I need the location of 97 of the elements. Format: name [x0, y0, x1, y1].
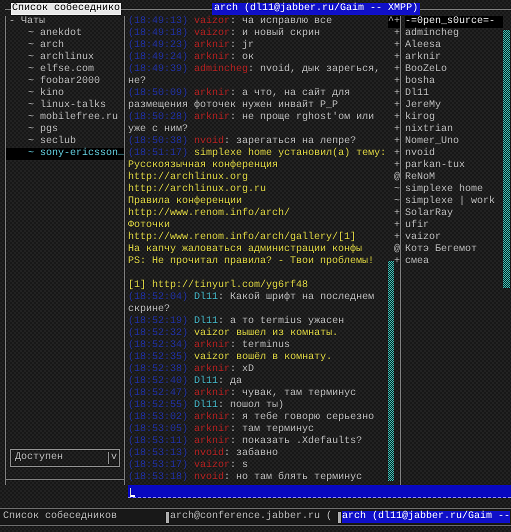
chat-message: (18:52:34) arknir: terminus [128, 340, 292, 352]
participant-item[interactable]: BooZeLo [405, 64, 503, 76]
participant-item[interactable]: simplexe home [405, 184, 503, 196]
participant-item[interactable]: смеа [405, 256, 503, 268]
topic-line: http://www.renom.info/arch/gallery/[1] [128, 232, 358, 244]
contact-item[interactable]: ~ foobar2000 [6, 76, 124, 88]
role-marker: + [392, 208, 400, 220]
chat-message: (18:52:55) Dl11: пошол ты) [128, 400, 286, 412]
role-marker: + [392, 88, 400, 100]
chat-message: (18:53:18) nvoid: но там блять терминус [128, 472, 364, 484]
chat-message: (18:52:19) Dl11: а то termius ужасен [128, 316, 346, 328]
role-marker: + [392, 112, 400, 124]
chat-message: (18:49:24) arknir: ок [128, 52, 256, 64]
contact-item[interactable]: ~ archlinux [6, 52, 124, 64]
participant-item[interactable]: SolarRay [405, 208, 503, 220]
role-marker: + [392, 256, 400, 268]
contact-item[interactable]: ~ elfse.com [6, 64, 124, 76]
participant-item[interactable]: kirog [405, 112, 503, 124]
participant-item[interactable]: vaizor [405, 232, 503, 244]
chat-message: (18:52:40) Dl11: да [128, 376, 244, 388]
window-tab[interactable]: arch@conference.jabber.ru ( [170, 511, 332, 523]
participant-item[interactable]: ReNoM [405, 172, 503, 184]
chat-message: (18:52:47) arknir: чувак, там терминус [128, 388, 358, 400]
participant-item[interactable]: bosha [405, 76, 503, 88]
role-marker: + [392, 232, 400, 244]
participant-item[interactable]: Aleesa [405, 40, 503, 52]
status-dropdown[interactable]: Доступен v [10, 449, 120, 467]
topic-line: PS: Не прочитал правила? - Твои проблемы! [128, 256, 376, 268]
chat-event: (18:51:17) simplexe home установил(а) тему: [128, 148, 388, 160]
role-marker: + [392, 52, 400, 64]
chat-message: (18:50:28) arknir: не проще rghost'ом или уже с ним? [128, 112, 376, 136]
participant-item[interactable]: simplexe | work [405, 196, 503, 208]
participant-item[interactable]: Котэ Бегемот [405, 244, 503, 256]
participant-item[interactable]: parkan-tux [405, 160, 503, 172]
contact-item[interactable]: ~ arch [6, 40, 124, 52]
role-marker: @ [392, 244, 400, 256]
chat-message: (18:50:09) arknir: а что, на сайт для размещения фоточек нужен инвайт P_P [128, 88, 352, 112]
chat-event: (18:52:32) vaizor вышел из комнаты. [128, 328, 340, 340]
role-marker: @ [392, 172, 400, 184]
chat-message: (18:53:02) arknir: я тебе говорю серьезно [128, 412, 376, 424]
chat-message: (18:53:13) nvoid: забавно [128, 448, 280, 460]
role-marker: + [392, 160, 400, 172]
status-label: Список собеседников [3, 511, 118, 523]
topic-line: http://www.renom.info/arch/ [128, 208, 292, 220]
participant-item[interactable]: admincheg [405, 28, 503, 40]
topic-line: [1] http://tinyurl.com/yg6rf48 [128, 280, 310, 292]
topic-line: На капчу жаловаться администрации конфы [128, 244, 364, 256]
contact-item[interactable]: ~ kino [6, 88, 124, 100]
topic-line: Правила конференции [128, 196, 244, 208]
role-marker: + [392, 136, 400, 148]
role-marker: + [392, 28, 400, 40]
chat-message: (18:52:38) arknir: xD [128, 364, 256, 376]
role-marker: + [392, 124, 400, 136]
topic-line: Русскоязычная конференция [128, 160, 280, 172]
role-marker: + [392, 148, 400, 160]
participant-item[interactable]: Dl11 [405, 88, 503, 100]
window-title: arch (dl11@jabber.ru/Gaim -- XMPP) [212, 3, 420, 15]
contact-item[interactable]: ~ linux-talks [6, 100, 124, 112]
contact-item[interactable]: ~ anekdot [6, 28, 124, 40]
role-marker: + [392, 76, 400, 88]
chat-message: (18:49:13) vaizor: ча исправлю все [128, 16, 334, 28]
chat-message: (18:49:18) vaizor: и новый скрин [128, 28, 322, 40]
chat-message: (18:52:04) Dl11: Какой шрифт на последнем скрине? [128, 292, 376, 316]
role-marker: ~ [392, 184, 400, 196]
role-marker: + [392, 220, 400, 232]
participant-item[interactable]: arknir [405, 52, 503, 64]
chat-message: (18:53:17) vaizor: s [128, 460, 250, 472]
panel-title: Список собеседнико [11, 3, 122, 15]
participant-item[interactable]: JereMy [405, 100, 503, 112]
contact-item[interactable]: ~ seclub [6, 136, 124, 148]
tree-group[interactable]: - Чаты [6, 16, 124, 28]
chat-event: (18:52:35) vaizor вошёл в комнату. [128, 352, 334, 364]
role-marker: ~ [392, 196, 400, 208]
chat-message: (18:50:38) nvoid: зарегаться на лепре? [128, 136, 358, 148]
contact-item[interactable]: ~ sony-ericsson… [6, 148, 124, 160]
participant-item[interactable]: Nomer_Uno [405, 136, 503, 148]
role-marker: ^+ [388, 16, 400, 28]
role-marker: + [392, 40, 400, 52]
participant-item[interactable]: -=0pen_s0urce=- [405, 16, 503, 28]
participant-item[interactable]: nvoid [405, 148, 503, 160]
topic-line: Фоточки [128, 220, 172, 232]
input-field[interactable] [128, 485, 511, 498]
chat-message: (18:49:23) arknir: jr [128, 40, 256, 52]
scrollbar[interactable] [388, 261, 394, 481]
role-marker: + [392, 100, 400, 112]
participant-item[interactable]: nixtrian [405, 124, 503, 136]
chat-message: (18:49:39) admincheg: nvoid, дык зарегься, не? [128, 64, 382, 88]
role-marker: + [392, 64, 400, 76]
chat-message: (18:53:11) arknir: показать .Xdefaults? [128, 436, 364, 448]
topic-line: http://archlinux.org.ru [128, 184, 268, 196]
window-tab[interactable]: arch (dl11@jabber.ru/Gaim -- [342, 511, 510, 523]
chat-message: (18:53:05) arknir: там терминус [128, 424, 316, 436]
participant-item[interactable]: ufir [405, 220, 503, 232]
topic-line: http://archlinux.org [128, 172, 250, 184]
contact-item[interactable]: ~ pgs [6, 124, 124, 136]
scrollbar[interactable] [503, 30, 510, 288]
contact-item[interactable]: ~ mobilefree.ru [6, 112, 124, 124]
